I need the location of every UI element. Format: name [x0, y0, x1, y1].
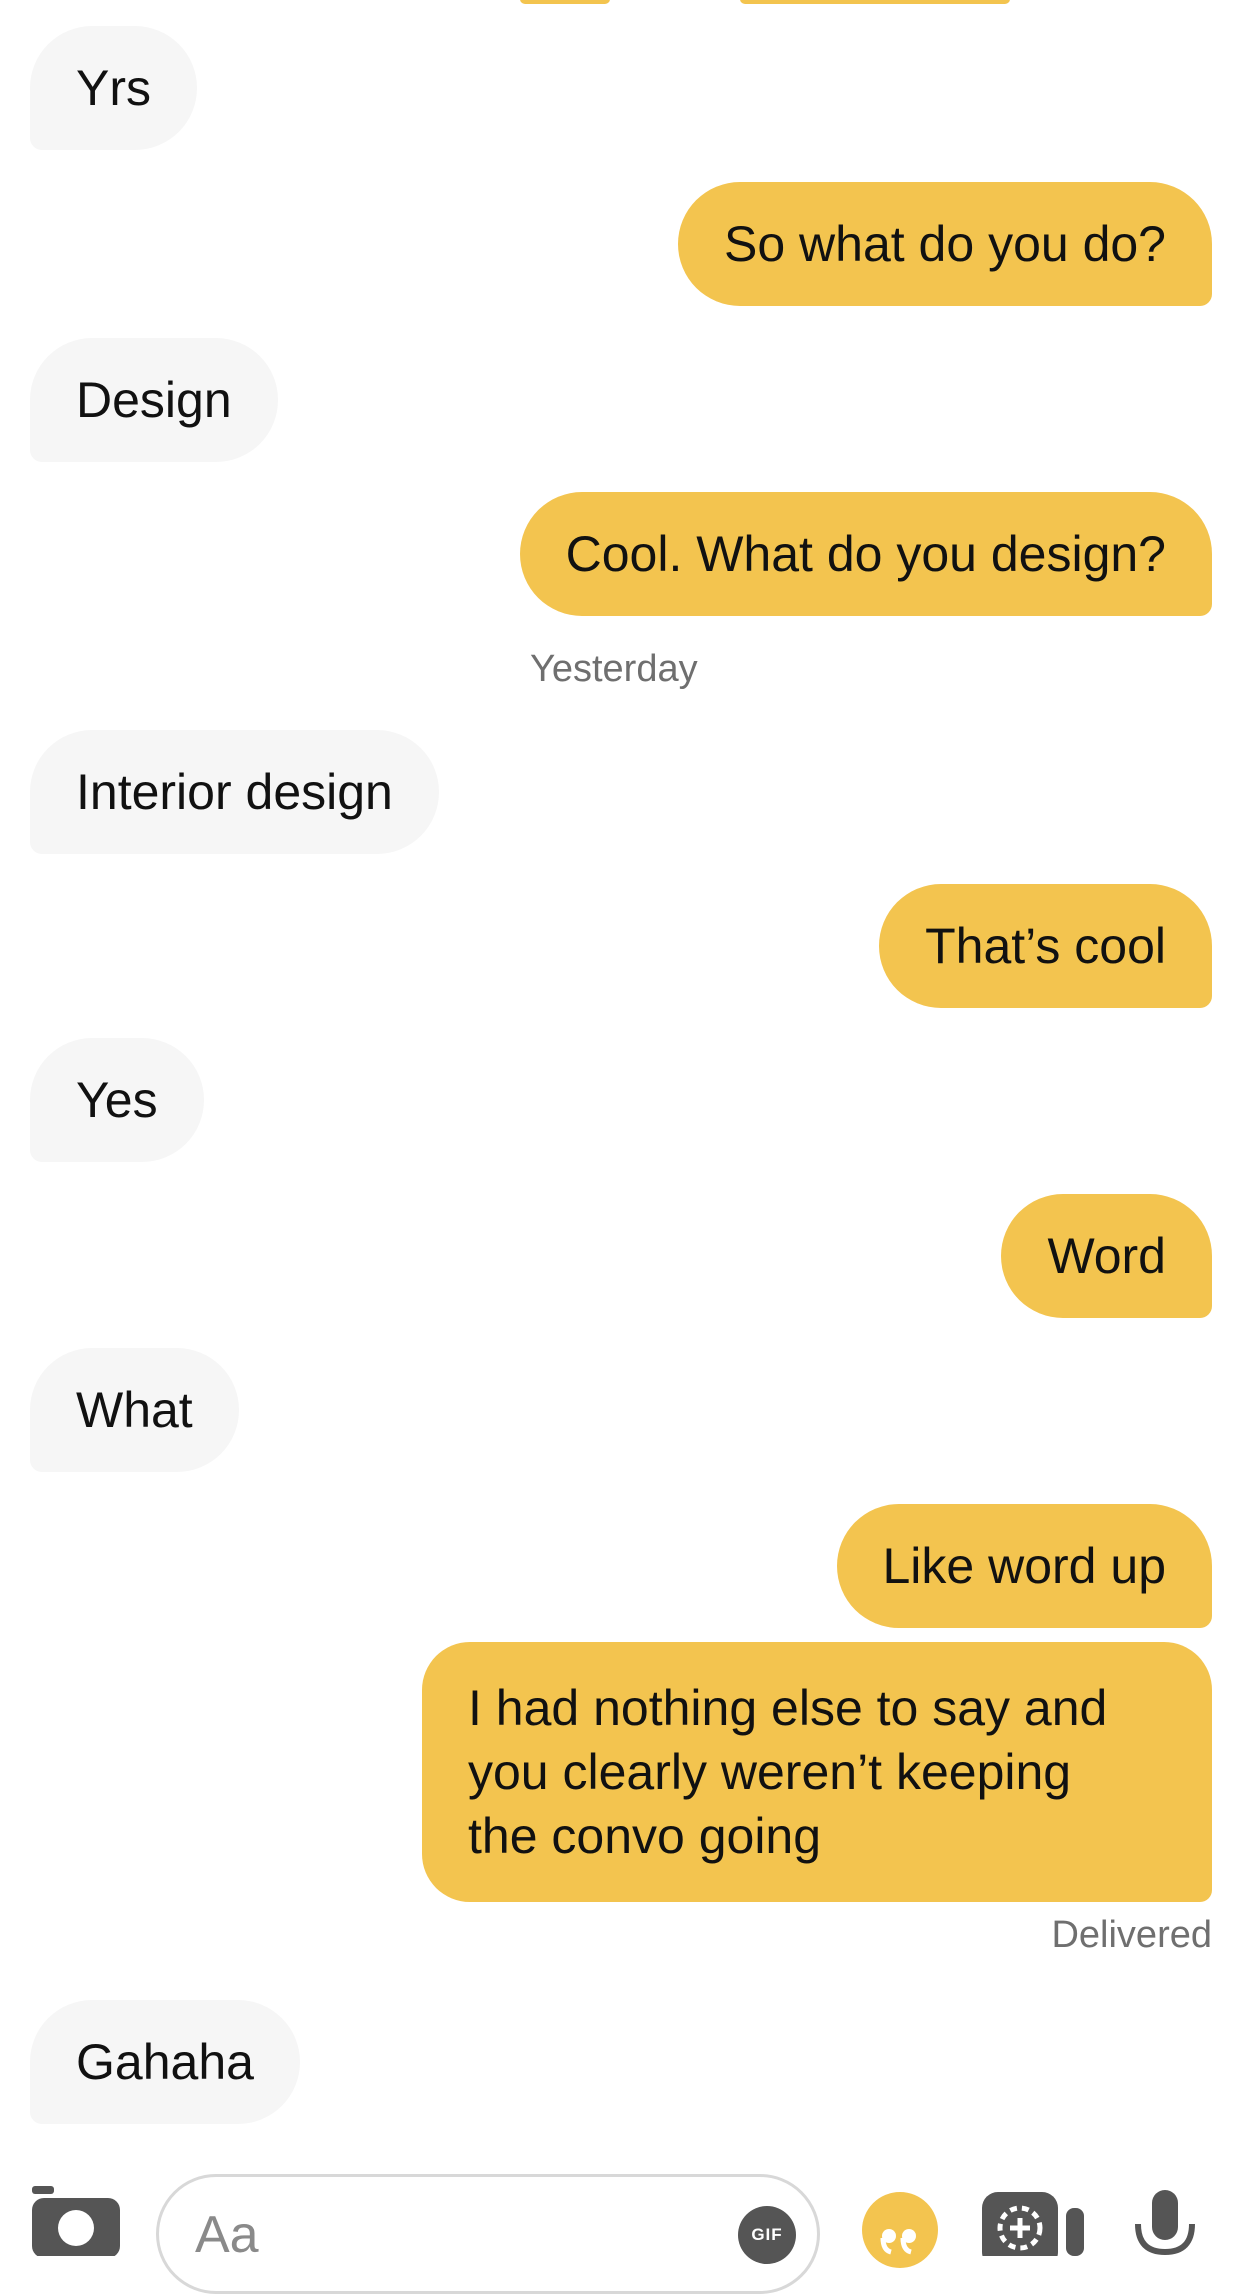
- message-incoming[interactable]: What: [30, 1348, 239, 1472]
- message-incoming[interactable]: Yes: [30, 1038, 204, 1162]
- message-text: Interior design: [76, 764, 393, 820]
- gif-icon[interactable]: GIF: [738, 2206, 796, 2264]
- message-outgoing[interactable]: Like word up: [836, 1504, 1212, 1628]
- message-text: So what do you do?: [724, 216, 1166, 272]
- message-outgoing[interactable]: Cool. What do you design?: [519, 492, 1212, 616]
- message-text-line: you clearly weren’t keeping: [468, 1744, 1072, 1800]
- delivery-status: Delivered: [1051, 1914, 1212, 1956]
- date-separator: Yesterday: [530, 648, 698, 690]
- message-outgoing[interactable]: That’s cool: [879, 884, 1212, 1008]
- message-text: What: [76, 1382, 193, 1438]
- message-text: Gahaha: [76, 2034, 254, 2090]
- message-incoming[interactable]: Design: [30, 338, 278, 462]
- gif-label: GIF: [751, 2225, 783, 2244]
- message-text-line: I had nothing else to say and: [468, 1680, 1108, 1736]
- message-incoming[interactable]: Yrs: [30, 26, 197, 150]
- message-text: Yes: [76, 1072, 158, 1128]
- message-text: That’s cool: [925, 918, 1166, 974]
- message-text: Like word up: [882, 1538, 1167, 1594]
- camera-icon[interactable]: [30, 2186, 124, 2258]
- message-incoming[interactable]: Gahaha: [30, 2000, 300, 2124]
- previous-bubble-fragment: [740, 0, 1010, 4]
- message-text: Cool. What do you design?: [565, 526, 1166, 582]
- message-input[interactable]: Aa: [156, 2174, 820, 2294]
- previous-bubble-fragment: [520, 0, 610, 4]
- message-text-line: the convo going: [468, 1808, 822, 1864]
- message-outgoing[interactable]: So what do you do?: [678, 182, 1212, 306]
- microphone-icon[interactable]: [1130, 2186, 1200, 2256]
- previous-messages-fragment: [0, 0, 1242, 6]
- add-media-icon[interactable]: [978, 2188, 1090, 2268]
- message-incoming[interactable]: Interior design: [30, 730, 439, 854]
- message-outgoing[interactable]: I had nothing else to say and you clearl…: [422, 1642, 1212, 1902]
- message-outgoing[interactable]: Word: [1001, 1194, 1212, 1318]
- message-text: Word: [1047, 1228, 1166, 1284]
- message-input-placeholder: Aa: [195, 2206, 259, 2264]
- quote-icon[interactable]: [862, 2192, 938, 2268]
- message-text: Yrs: [76, 60, 151, 116]
- message-text: Design: [76, 372, 232, 428]
